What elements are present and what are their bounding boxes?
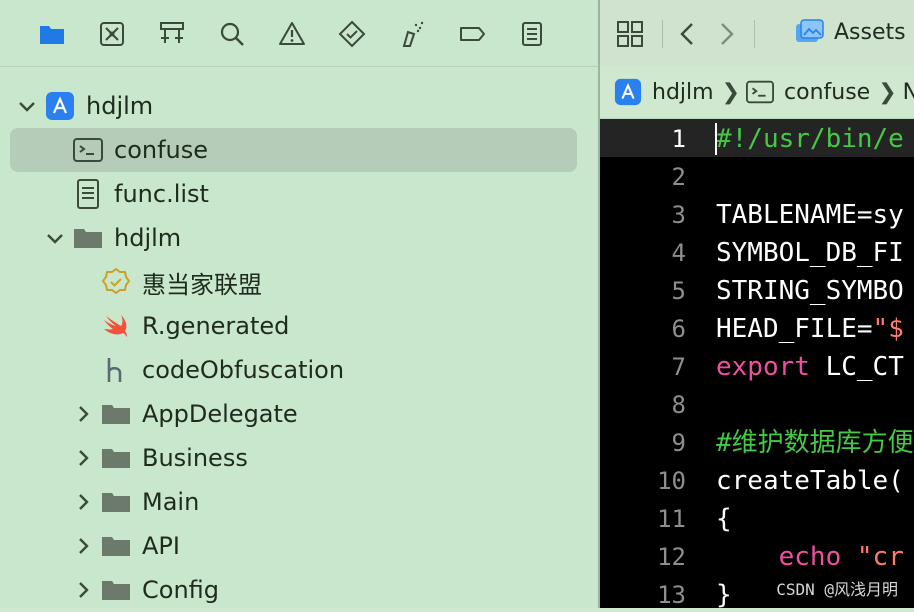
swift-icon — [100, 310, 132, 342]
line-number: 9 — [671, 429, 686, 457]
line-number: 7 — [671, 353, 686, 381]
terminal-file-icon — [72, 134, 104, 166]
chevron-right-icon: ❯ — [721, 79, 741, 105]
folder-icon — [72, 222, 104, 254]
tree-row-business[interactable]: Business — [72, 436, 248, 480]
hierarchy-icon[interactable] — [156, 18, 188, 50]
tree-label: API — [142, 532, 180, 560]
code-line: SYMBOL_DB_FI — [716, 238, 904, 268]
app-project-icon — [614, 78, 642, 106]
code-line: HEAD_FILE="$ — [716, 314, 904, 344]
toolbar-separator — [754, 20, 755, 48]
code-line: } — [716, 580, 732, 608]
tree-row-confuse[interactable]: confuse — [44, 128, 208, 172]
test-icon[interactable] — [336, 18, 368, 50]
terminal-file-icon — [746, 78, 775, 106]
tree-label: hdjlm — [114, 224, 182, 252]
line-number: 6 — [671, 315, 686, 343]
line-number: 1 — [671, 125, 686, 153]
search-icon[interactable] — [216, 18, 248, 50]
line-number: 10 — [657, 467, 686, 495]
chevron-right-icon[interactable] — [72, 535, 94, 557]
tree-row-func-list[interactable]: func.list — [44, 172, 209, 216]
chevron-right-icon[interactable] — [72, 579, 94, 601]
chevron-down-icon[interactable] — [44, 227, 66, 249]
line-number: 5 — [671, 277, 686, 305]
tree-label: func.list — [114, 180, 209, 208]
project-navigator: hdjlm confuse func.list hdjlm 惠当家联盟 R.ge… — [0, 0, 598, 608]
line-number: 11 — [657, 505, 686, 533]
editor-toolbar: Assets — [600, 0, 914, 67]
code-line: createTable( — [716, 466, 904, 496]
chevron-right-icon[interactable] — [714, 20, 738, 48]
code-line: TABLENAME=sy — [716, 200, 904, 230]
tree-row-hdjlm-folder[interactable]: hdjlm — [44, 216, 181, 260]
line-number: 8 — [671, 391, 686, 419]
tree-label: hdjlm — [86, 92, 154, 120]
debug-icon[interactable] — [396, 18, 428, 50]
text-file-icon — [72, 178, 104, 210]
line-number: 12 — [657, 543, 686, 571]
folder-icon — [100, 442, 132, 474]
tree-label: Config — [142, 576, 220, 604]
tree-label: Main — [142, 488, 200, 516]
folder-icon — [100, 574, 132, 606]
chevron-right-icon[interactable] — [72, 491, 94, 513]
code-line: { — [716, 504, 732, 534]
tree-row-config[interactable]: Config — [72, 568, 219, 612]
header-file-icon — [100, 354, 132, 386]
line-number: 2 — [671, 163, 686, 191]
code-line: export LC_CT — [716, 352, 904, 382]
tree-row-project[interactable]: hdjlm — [16, 84, 153, 128]
tree-label: 惠当家联盟 — [142, 270, 262, 299]
tree-label: R.generated — [142, 312, 290, 340]
line-number: 4 — [671, 239, 686, 267]
tree-row-r-generated[interactable]: R.generated — [72, 304, 289, 348]
warning-icon[interactable] — [276, 18, 308, 50]
folder-icon[interactable] — [36, 18, 68, 50]
breadcrumb-item[interactable]: confuse — [784, 80, 870, 105]
folder-icon — [100, 530, 132, 562]
editor-area: Assets hdjlm ❯ confuse ❯ No 1 #!/usr/bin/… — [600, 0, 914, 608]
breakpoint-icon[interactable] — [456, 18, 488, 50]
tree-row-appdelegate[interactable]: AppDelegate — [72, 392, 298, 436]
tree-row-main[interactable]: Main — [72, 480, 199, 524]
tree-label: AppDelegate — [142, 400, 298, 428]
chevron-left-icon[interactable] — [676, 20, 700, 48]
tab-assets[interactable]: Assets — [794, 18, 906, 46]
entitlements-badge-icon — [100, 266, 132, 298]
tree-label: codeObfuscation — [142, 356, 345, 384]
code-line: echo "cr — [778, 542, 904, 572]
line-number: 3 — [671, 201, 686, 229]
line-number: 13 — [657, 581, 686, 608]
chevron-down-icon[interactable] — [16, 95, 38, 117]
assets-icon — [794, 18, 824, 46]
folder-icon — [100, 398, 132, 430]
source-control-icon[interactable] — [96, 18, 128, 50]
code-line: STRING_SYMBO — [716, 276, 904, 306]
toolbar-separator — [662, 20, 663, 48]
breadcrumb: hdjlm ❯ confuse ❯ No — [600, 66, 914, 119]
chevron-right-icon[interactable] — [72, 447, 94, 469]
tree-row-api[interactable]: API — [72, 524, 180, 568]
code-line: #维护数据库方便 — [716, 428, 914, 458]
code-editor[interactable]: 1 #!/usr/bin/e 2 3 TABLENAME=sy 4 SYMBOL_DB_FI… — [600, 119, 914, 608]
breadcrumb-item[interactable]: hdjlm — [652, 80, 714, 105]
report-icon[interactable] — [516, 18, 548, 50]
chevron-right-icon: ❯ — [878, 79, 897, 105]
navigator-toolbar — [0, 0, 598, 67]
code-line: #!/usr/bin/e — [716, 124, 904, 154]
folder-icon — [100, 486, 132, 518]
app-project-icon — [44, 90, 76, 122]
tree-label: Business — [142, 444, 248, 472]
tree-row-code-obfuscation[interactable]: codeObfuscation — [72, 348, 344, 392]
grid-layout-icon[interactable] — [616, 20, 644, 48]
watermark: CSDN @风浅月明 — [776, 580, 898, 599]
text-cursor — [715, 123, 717, 155]
breadcrumb-item[interactable]: No — [903, 80, 914, 105]
tree-row-entitlements[interactable]: 惠当家联盟 — [72, 260, 262, 304]
chevron-right-icon[interactable] — [72, 403, 94, 425]
tree-label: confuse — [114, 136, 209, 164]
